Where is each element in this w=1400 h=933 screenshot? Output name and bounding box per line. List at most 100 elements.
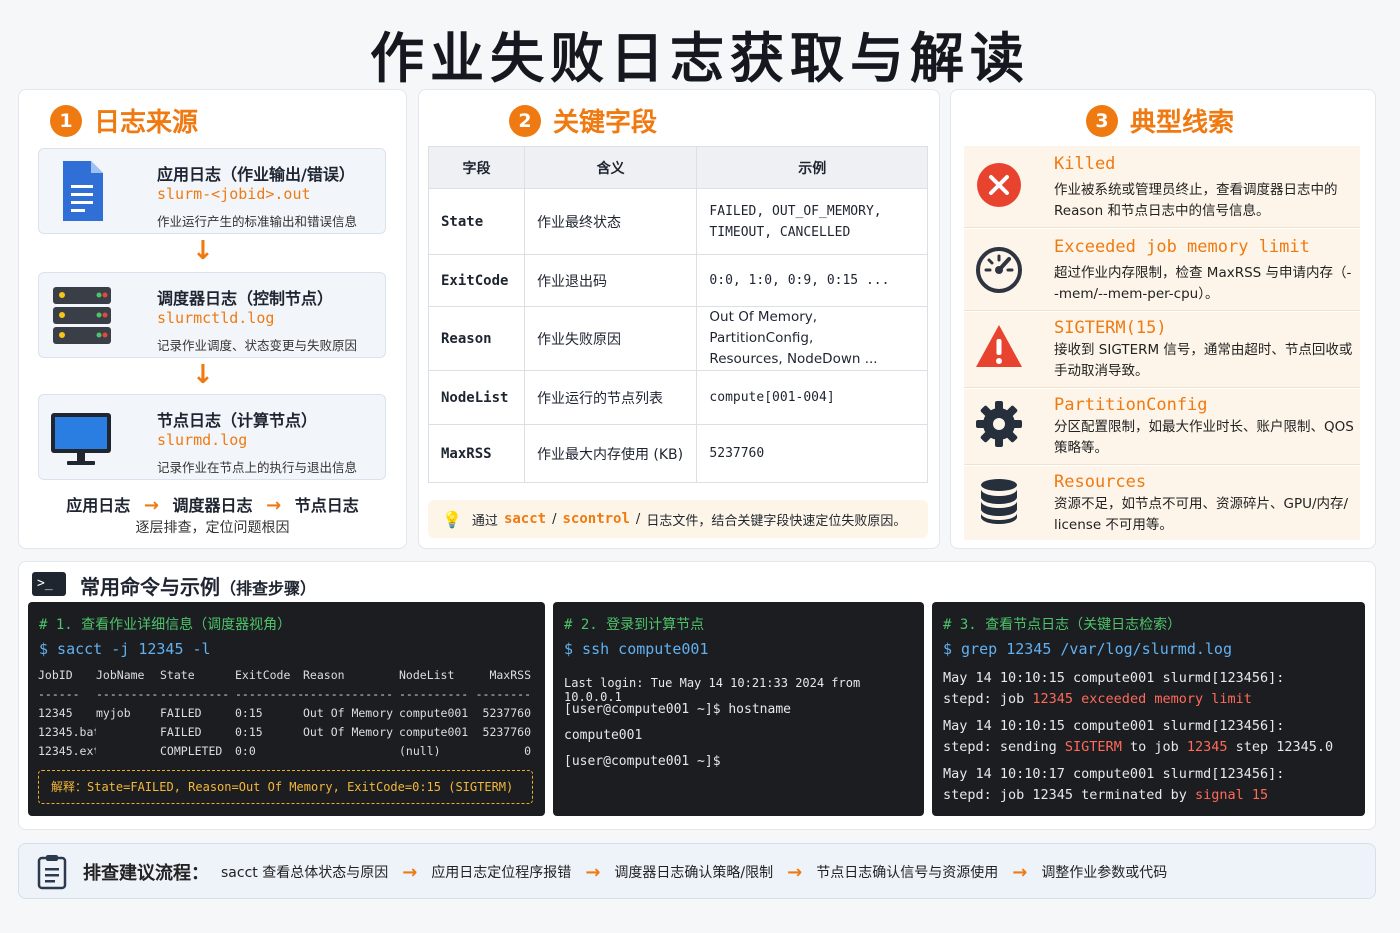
- log-text: stepd: job: [943, 691, 1033, 707]
- field-example: 0:0, 1:0, 0:9, 0:15 ...: [696, 254, 928, 307]
- clue-name: SIGTERM(15): [1054, 318, 1167, 338]
- log-sources-heading: 日志来源: [94, 108, 199, 138]
- clue-name: Exceeded job memory limit: [1054, 237, 1310, 257]
- table-cell: 5237760: [482, 725, 531, 739]
- source-flow-caption: 逐层排查，定位问题根因: [135, 520, 290, 536]
- table-cell: COMPLETED: [160, 744, 223, 758]
- clue-killed: Killed 作业被系统或管理员终止，查看调度器日志中的 Reason 和节点日…: [964, 146, 1360, 228]
- table-cell: NodeList: [399, 668, 455, 682]
- page-title: 作业失败日志获取与解读: [370, 27, 1030, 90]
- table-cell: ----------: [235, 687, 303, 701]
- terminal-sacct: # 1. 查看作业详细信息（调度器视角） $ sacct -j 12345 -l…: [28, 602, 545, 816]
- tip-cmd-sacct: sacct: [503, 511, 547, 527]
- table-cell: FAILED: [160, 706, 202, 720]
- terminal-icon: >_: [32, 572, 66, 596]
- field-meaning: 作业失败原因: [523, 306, 698, 371]
- field-meaning: 作业运行的节点列表: [523, 370, 698, 425]
- table-cell: [303, 742, 399, 761]
- term-comment: # 1. 查看作业详细信息（调度器视角）: [39, 617, 292, 633]
- clue-resources: Resources 资源不足，如节点不可用、资源碎片、GPU/内存/ licen…: [964, 466, 1360, 540]
- table-cell: [96, 742, 160, 761]
- field-name: State: [428, 188, 525, 255]
- flow-step: 应用日志: [66, 496, 131, 515]
- clue-name: Killed: [1054, 154, 1116, 174]
- table-cell: compute001: [399, 725, 469, 739]
- field-example: 5237760: [696, 424, 928, 483]
- table-cell: ----------: [399, 687, 469, 701]
- table-cell: 0: [524, 744, 531, 758]
- clue-sigterm: SIGTERM(15) 接收到 SIGTERM 信号，通常由超时、节点回收或手动…: [964, 312, 1360, 388]
- flow-step: 调度器日志确认策略/限制: [614, 865, 774, 881]
- clue-desc: 接收到 SIGTERM 信号，通常由超时、节点回收或手动取消导致。: [1054, 342, 1353, 379]
- flow-step: sacct 查看总体状态与原因: [221, 865, 389, 881]
- server-icon: [49, 283, 115, 349]
- table-header: 字段: [428, 146, 525, 189]
- field-name: Reason: [428, 306, 525, 371]
- term-line: [user@compute001 ~]$ hostname: [564, 702, 791, 717]
- source-desc: 记录作业在节点上的执行与退出信息: [157, 460, 358, 475]
- field-meaning: 作业退出码: [523, 254, 698, 307]
- term-line: May 14 10:10:17 compute001 slurmd[123456…: [943, 766, 1285, 782]
- clue-memory: Exceeded job memory limit 超过作业内存限制，检查 Ma…: [964, 229, 1360, 311]
- tip-cmd-scontrol: scontrol: [562, 511, 630, 527]
- clue-desc: 分区配置限制，如最大作业时长、账户限制、QOS 策略等。: [1054, 419, 1354, 456]
- field-meaning: 作业最大内存使用 (KB): [523, 424, 698, 483]
- tip-suffix: 日志文件，结合关键字段快速定位失败原因。: [646, 513, 907, 529]
- table-header-row: JobID JobName State ExitCode Reason NodeList M…: [38, 666, 531, 685]
- terminal-grep: # 3. 查看节点日志（关键日志检索） $ grep 12345 /var/lo…: [932, 602, 1365, 816]
- field-meaning: 作业最终状态: [523, 188, 698, 255]
- log-text: to job: [1121, 739, 1187, 755]
- log-highlight: SIGTERM: [1064, 739, 1122, 755]
- term-line: stepd: sending SIGTERM to job 12345 step…: [943, 739, 1333, 755]
- table-cell: 12345.extern: [38, 744, 96, 758]
- clue-desc: 资源不足，如节点不可用、资源碎片、GPU/内存/ license 不可用等。: [1054, 496, 1349, 533]
- arrow-down-icon: ↓: [192, 360, 214, 390]
- tip-prefix: 通过: [471, 513, 498, 529]
- table-cell: State: [160, 668, 195, 682]
- flow-step: 应用日志定位程序报错: [431, 865, 572, 881]
- source-file: slurm-<jobid>.out: [157, 185, 311, 203]
- table-cell: (null): [399, 744, 441, 758]
- source-desc: 作业运行产生的标准输出和错误信息: [157, 214, 358, 229]
- table-cell: Reason: [303, 668, 345, 682]
- key-fields-title: 2 关键字段: [509, 102, 657, 139]
- clues-heading: 典型线索: [1130, 108, 1235, 138]
- tip-banner: 💡 通过 sacct / scontrol / 日志文件，结合关键字段快速定位失…: [428, 500, 928, 538]
- table-row: 12345 myjob FAILED 0:15 Out Of Memory compute…: [38, 704, 531, 723]
- source-node-log: 节点日志（计算节点） slurmd.log 记录作业在节点上的执行与退出信息: [38, 394, 386, 480]
- table-divider-row: ------ --------- ---------- ---------- -----…: [38, 685, 531, 704]
- log-text: stepd: job 12345 terminated by: [943, 787, 1195, 803]
- term-line: compute001: [564, 728, 643, 743]
- table-cell: ---------: [96, 687, 159, 701]
- table-cell: ----------: [160, 687, 230, 701]
- table-cell: 5237760: [482, 706, 531, 720]
- term-note: 解释：State=FAILED, Reason=Out Of Memory, E…: [38, 770, 533, 804]
- commands-title: 常用命令与示例（排查步骤）: [80, 571, 316, 600]
- term-command: $ sacct -j 12345 -l: [39, 640, 211, 658]
- table-cell: MaxRSS: [489, 668, 531, 682]
- sacct-output-table: JobID JobName State ExitCode Reason NodeList M…: [38, 666, 531, 761]
- table-cell: Out Of Memory: [303, 706, 394, 720]
- table-cell: 12345.batch: [38, 725, 96, 739]
- step-number-badge: 3: [1086, 104, 1118, 137]
- log-sources-title: 1 日志来源: [50, 102, 198, 139]
- table-cell: --------: [475, 687, 531, 701]
- table-cell: JobID: [38, 668, 73, 682]
- term-command: $ grep 12345 /var/log/slurmd.log: [943, 640, 1232, 658]
- table-cell: compute001: [399, 706, 469, 720]
- flow-step: 调度器日志: [172, 496, 253, 515]
- source-flow: 应用日志 → 调度器日志 → 节点日志: [18, 492, 407, 516]
- clue-partitionconfig: PartitionConfig 分区配置限制，如最大作业时长、账户限制、QOS …: [964, 389, 1360, 465]
- table-row: State 作业最终状态 FAILED, OUT_OF_MEMORY, TIME…: [428, 188, 928, 255]
- table-cell: JobName: [96, 668, 145, 682]
- log-highlight: signal 15: [1194, 787, 1269, 803]
- source-app-log: 应用日志（作业输出/错误） slurm-<jobid>.out 作业运行产生的标…: [38, 148, 386, 234]
- table-cell: FAILED: [160, 725, 202, 739]
- clipboard-icon: [37, 854, 67, 894]
- arrow-right-icon: →: [402, 861, 418, 883]
- arrow-right-icon: →: [585, 861, 601, 883]
- table-cell: Out Of Memory: [303, 725, 394, 739]
- source-file: slurmd.log: [157, 431, 248, 449]
- field-name: ExitCode: [428, 254, 525, 307]
- table-row: MaxRSS 作业最大内存使用 (KB) 5237760: [428, 424, 928, 483]
